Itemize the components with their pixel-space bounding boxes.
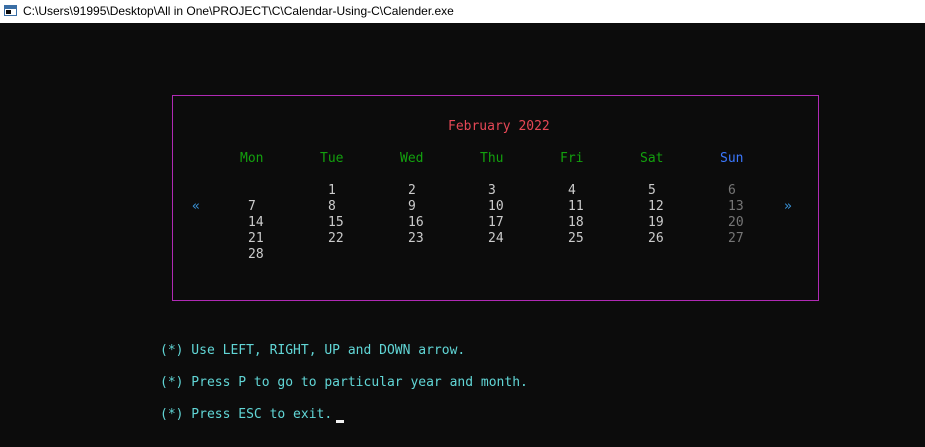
day-cell: 2: [408, 183, 416, 198]
help-line-press-p: (*) Press P to go to particular year and…: [160, 375, 528, 390]
day-cell: 14: [248, 215, 264, 230]
month-title: February 2022: [448, 119, 550, 134]
weekday-header-sun: Sun: [720, 151, 744, 166]
day-cell: 17: [488, 215, 504, 230]
day-cell: 23: [408, 231, 424, 246]
console-output[interactable]: February 2022 Mon Tue Wed Thu Fri Sat Su…: [0, 23, 925, 447]
day-cell: 21: [248, 231, 264, 246]
sunday-day-cell: 27: [728, 231, 744, 246]
console-app-icon: [4, 5, 17, 16]
next-month-arrow: »: [784, 199, 792, 214]
weekday-header-tue: Tue: [320, 151, 344, 166]
sunday-day-cell: 13: [728, 199, 744, 214]
day-cell: 9: [408, 199, 416, 214]
day-cell: 26: [648, 231, 664, 246]
day-cell: 8: [328, 199, 336, 214]
day-cell: 10: [488, 199, 504, 214]
sunday-day-cell: 20: [728, 215, 744, 230]
day-cell: 7: [248, 199, 256, 214]
weekday-header-thu: Thu: [480, 151, 504, 166]
day-cell: 3: [488, 183, 496, 198]
weekday-header-fri: Fri: [560, 151, 584, 166]
day-cell: 16: [408, 215, 424, 230]
day-cell: 24: [488, 231, 504, 246]
weekday-header-mon: Mon: [240, 151, 264, 166]
sunday-day-cell: 6: [728, 183, 736, 198]
text-cursor: [336, 420, 344, 423]
day-cell: 18: [568, 215, 584, 230]
previous-month-arrow: «: [192, 199, 200, 214]
day-cell: 11: [568, 199, 584, 214]
day-cell: 25: [568, 231, 584, 246]
help-line-arrows: (*) Use LEFT, RIGHT, UP and DOWN arrow.: [160, 343, 466, 358]
day-cell: 5: [648, 183, 656, 198]
day-cell: 4: [568, 183, 576, 198]
help-line-press-esc: (*) Press ESC to exit.: [160, 407, 333, 422]
day-cell: 1: [328, 183, 336, 198]
window-title: C:\Users\91995\Desktop\All in One\PROJEC…: [23, 4, 454, 18]
day-cell: 19: [648, 215, 664, 230]
weekday-header-wed: Wed: [400, 151, 424, 166]
title-bar[interactable]: C:\Users\91995\Desktop\All in One\PROJEC…: [0, 0, 925, 23]
day-cell: 22: [328, 231, 344, 246]
day-cell: 15: [328, 215, 344, 230]
day-cell: 28: [248, 247, 264, 262]
weekday-header-sat: Sat: [640, 151, 664, 166]
console-window: C:\Users\91995\Desktop\All in One\PROJEC…: [0, 0, 925, 447]
day-cell: 12: [648, 199, 664, 214]
